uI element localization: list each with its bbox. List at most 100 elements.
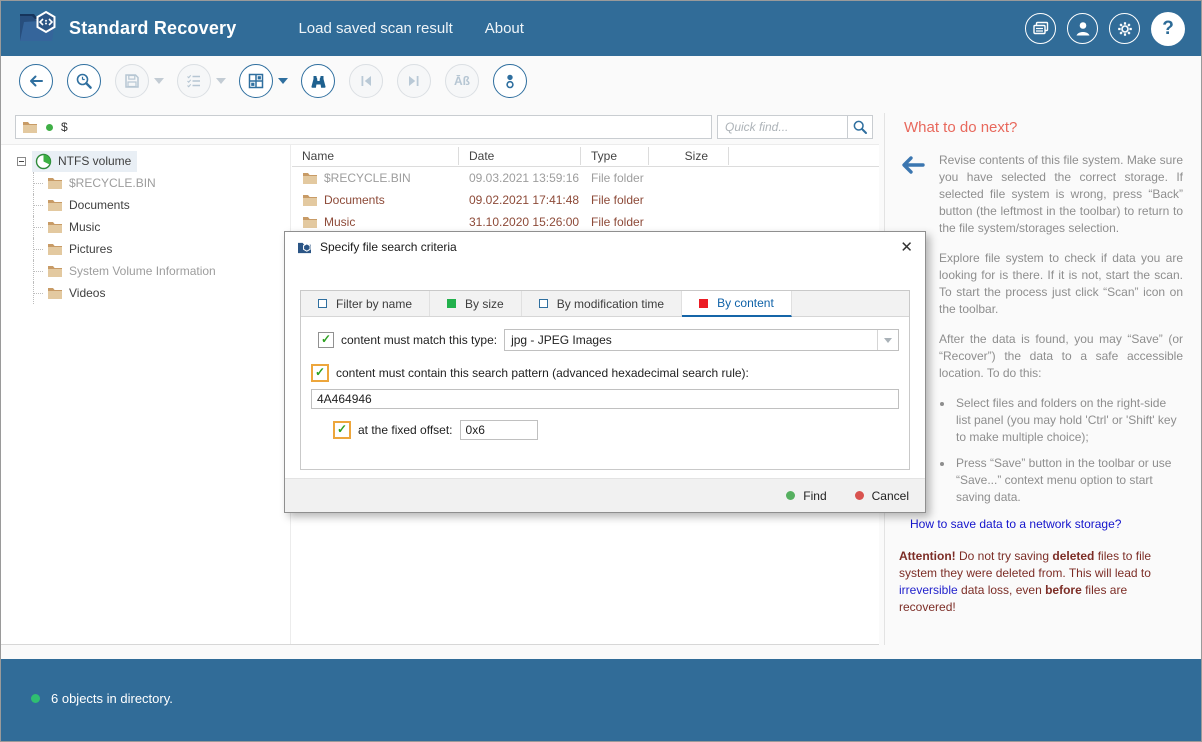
folder-icon [302, 171, 318, 185]
column-header-name[interactable]: Name [292, 147, 459, 165]
close-icon[interactable]: ✕ [900, 240, 913, 255]
view-mode-dropdown-icon[interactable] [278, 78, 288, 84]
table-row[interactable]: $RECYCLE.BIN 09.03.2021 13:59:16 File fo… [292, 167, 879, 189]
table-row[interactable]: Documents 09.02.2021 17:41:48 File folde… [292, 189, 879, 211]
column-header-type[interactable]: Type [581, 147, 649, 165]
tree-item-label: Videos [69, 286, 105, 300]
encoding-glyph: Āß [454, 74, 470, 88]
find-button[interactable] [301, 64, 335, 98]
fixed-offset-checkbox[interactable] [333, 421, 351, 439]
column-header-date[interactable]: Date [459, 147, 581, 165]
tree-connector [27, 238, 47, 260]
dialog-tabs: Filter by name By size By modification t… [301, 291, 909, 317]
status-dot-icon [31, 694, 40, 703]
help-icon[interactable]: ? [1151, 12, 1185, 46]
back-hint-icon [899, 152, 939, 237]
find-button-dialog[interactable]: Find [786, 489, 826, 503]
folder-icon [47, 220, 63, 234]
folder-icon [47, 264, 63, 278]
dialog-title: Specify file search criteria [320, 240, 457, 254]
folder-icon [47, 242, 63, 256]
folder-icon [302, 215, 318, 229]
menu-load-saved-scan[interactable]: Load saved scan result [298, 20, 452, 37]
irreversible-link[interactable]: irreversible [899, 583, 958, 597]
tree-item-label: System Volume Information [69, 264, 216, 278]
dialog-app-icon [297, 241, 312, 254]
quick-find-search-icon[interactable] [847, 115, 873, 139]
tab-by-size[interactable]: By size [430, 291, 522, 316]
tab-by-content[interactable]: By content [682, 291, 792, 317]
content-type-value: jpg - JPEG Images [505, 333, 877, 347]
folder-icon [47, 286, 63, 300]
tab-filter-by-name[interactable]: Filter by name [301, 291, 430, 316]
scan-button[interactable] [67, 64, 101, 98]
help-panel: What to do next? Revise contents of this… [884, 113, 1202, 645]
toolbar: Āß [19, 64, 541, 98]
tree-item-videos[interactable]: Videos [1, 282, 290, 304]
next-button[interactable] [397, 64, 431, 98]
messages-icon[interactable] [1025, 13, 1056, 44]
tree-item-system-volume-information[interactable]: System Volume Information [1, 260, 290, 282]
tree-item-pictures[interactable]: Pictures [1, 238, 290, 260]
tree-item-label: Music [69, 220, 100, 234]
file-name: Documents [324, 193, 385, 207]
path-bar[interactable]: $ [15, 115, 712, 139]
tree-item-label: Documents [69, 198, 130, 212]
help-bullet-list: Select files and folders on the right-si… [954, 395, 1183, 506]
app-title: Standard Recovery [69, 18, 236, 39]
previous-button[interactable] [349, 64, 383, 98]
folder-icon [302, 193, 318, 207]
tree-item-music[interactable]: Music [1, 216, 290, 238]
tree-item-documents[interactable]: Documents [1, 194, 290, 216]
network-storage-help-link[interactable]: How to save data to a network storage? [910, 517, 1121, 531]
encoding-button[interactable]: Āß [445, 64, 479, 98]
help-bullet: Select files and folders on the right-si… [954, 395, 1183, 446]
file-type: File folder [581, 215, 649, 229]
file-list-header: Name Date Type Size [292, 145, 879, 167]
table-row[interactable]: Music 31.10.2020 15:26:00 File folder [292, 211, 879, 233]
content-type-label: content must match this type: [341, 333, 497, 347]
view-mode-button[interactable] [239, 64, 273, 98]
back-button[interactable] [19, 64, 53, 98]
status-bar: 6 objects in directory. [1, 659, 1201, 741]
dialog-title-bar[interactable]: Specify file search criteria ✕ [285, 232, 925, 262]
save-dropdown-icon[interactable] [154, 78, 164, 84]
tab-square-icon [539, 299, 548, 308]
file-name: $RECYCLE.BIN [324, 171, 411, 185]
file-date: 31.10.2020 15:26:00 [459, 215, 581, 229]
help-paragraph: Revise contents of this file system. Mak… [939, 152, 1183, 237]
content-type-dropdown[interactable]: jpg - JPEG Images [504, 329, 899, 351]
details-button[interactable] [493, 64, 527, 98]
tab-by-modification-time[interactable]: By modification time [522, 291, 682, 316]
tree-item-ntfs-volume[interactable]: NTFS volume [1, 150, 290, 172]
search-pattern-input[interactable] [311, 389, 899, 409]
quick-find-input[interactable] [717, 115, 847, 139]
tree-connector [27, 260, 47, 282]
search-criteria-dialog: Specify file search criteria ✕ Filter by… [284, 231, 926, 513]
folder-icon [47, 176, 63, 190]
menu-about[interactable]: About [485, 20, 524, 37]
app-window: Standard Recovery Load saved scan result… [0, 0, 1202, 742]
chevron-down-icon[interactable] [877, 330, 898, 350]
dialog-footer: Find Cancel [285, 478, 925, 512]
top-bar: Standard Recovery Load saved scan result… [1, 1, 1201, 56]
status-text: 6 objects in directory. [51, 691, 173, 706]
save-button[interactable] [115, 64, 149, 98]
tree-item-label: Pictures [69, 242, 112, 256]
fixed-offset-input[interactable] [460, 420, 538, 440]
tree-item-recycle-bin[interactable]: $RECYCLE.BIN [1, 172, 290, 194]
file-name: Music [324, 215, 355, 229]
user-account-icon[interactable] [1067, 13, 1098, 44]
tab-square-icon [447, 299, 456, 308]
tab-square-icon [318, 299, 327, 308]
path-status-dot [46, 124, 53, 131]
content-type-checkbox[interactable] [318, 332, 334, 348]
help-paragraph: Explore file system to check if data you… [939, 250, 1183, 318]
column-header-size[interactable]: Size [649, 147, 729, 165]
collapse-icon[interactable] [17, 157, 26, 166]
settings-gear-icon[interactable] [1109, 13, 1140, 44]
cancel-button-dialog[interactable]: Cancel [855, 489, 909, 503]
search-pattern-checkbox[interactable] [311, 364, 329, 382]
list-options-dropdown-icon[interactable] [216, 78, 226, 84]
list-options-button[interactable] [177, 64, 211, 98]
